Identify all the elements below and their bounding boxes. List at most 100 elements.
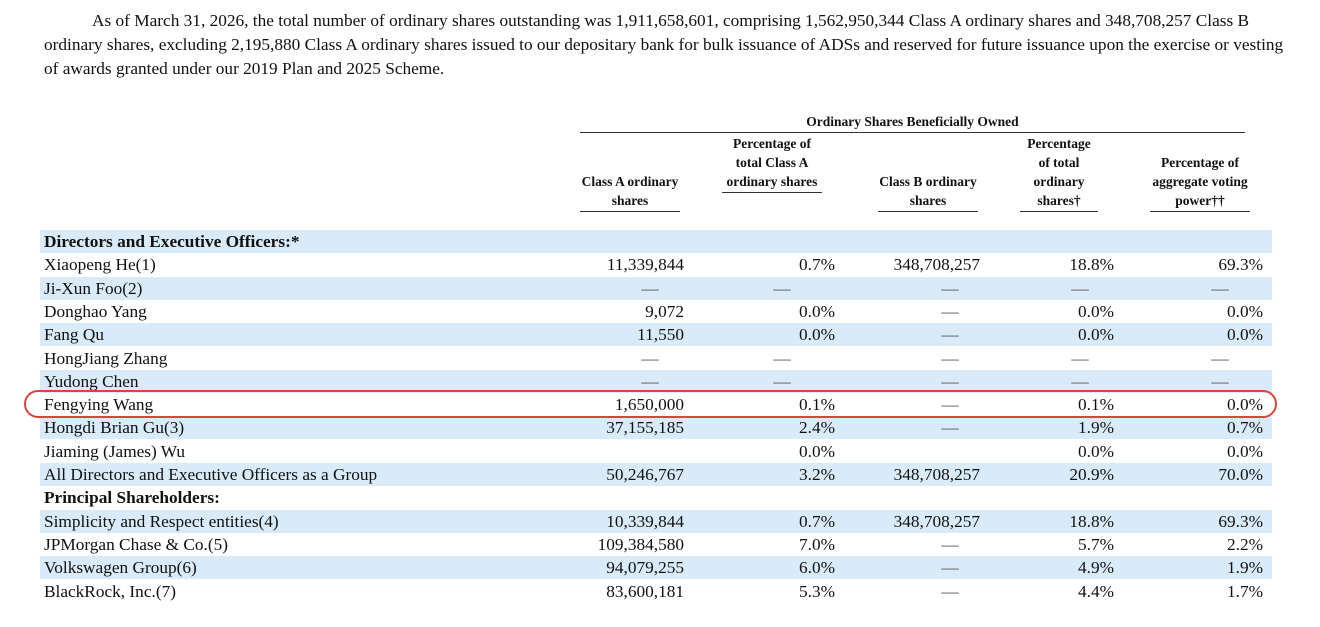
cell-pct-class-a: 0.1% (799, 395, 835, 415)
cell-class-b-shares: — (941, 395, 959, 415)
cell-class-b-shares: — (941, 534, 959, 554)
row-label: Volkswagen Group(6) (44, 558, 197, 578)
cell-class-b-shares: — (941, 581, 959, 601)
row-label: BlackRock, Inc.(7) (44, 581, 176, 601)
cell-class-a-shares: — (641, 371, 659, 391)
cell-pct-class-a: 3.2% (799, 465, 835, 484)
intro-paragraph: As of March 31, 2026, the total number o… (44, 11, 1284, 78)
row-label: Xiaopeng He(1) (44, 255, 156, 275)
cell-class-a-shares: 1,650,000 (614, 395, 684, 415)
cell-pct-voting: 0.0% (1227, 325, 1263, 345)
table-row: Fengying Wang 1,650,000 0.1% — 0.1% 0.0% (40, 393, 1272, 416)
table-row: All Directors and Executive Officers as … (40, 463, 1272, 486)
row-label: HongJiang Zhang (44, 348, 168, 368)
cell-class-b-shares: — (941, 418, 959, 438)
cell-class-b-shares: — (941, 301, 959, 321)
cell-class-a-shares: 37,155,185 (606, 418, 684, 438)
cell-pct-voting: 0.7% (1227, 418, 1263, 438)
cell-class-a-shares: 50,246,767 (606, 465, 684, 484)
table-row: Xiaopeng He(1) 11,339,844 0.7% 348,708,257 1… (40, 253, 1272, 276)
cell-pct-class-a: 0.0% (799, 325, 835, 345)
section-row: Directors and Executive Officers:* (40, 230, 1272, 253)
row-label: Ji-Xun Foo(2) (44, 278, 143, 298)
cell-pct-class-a: 0.7% (799, 255, 835, 275)
cell-pct-voting: 0.0% (1227, 301, 1263, 321)
cell-pct-voting: 70.0% (1218, 465, 1263, 484)
row-label: All Directors and Executive Officers as … (44, 465, 378, 484)
column-header-pct-voting: Percentage of aggregate voting power†† (1150, 153, 1250, 212)
cell-class-b-shares: 348,708,257 (893, 511, 980, 531)
cell-class-a-shares: 11,550 (637, 325, 684, 345)
cell-pct-voting: 1.9% (1227, 558, 1263, 578)
cell-pct-total: 4.9% (1078, 558, 1114, 578)
cell-pct-total: 0.0% (1078, 301, 1114, 321)
row-label: Fengying Wang (44, 395, 154, 415)
cell-pct-class-a: 2.4% (799, 418, 835, 438)
row-label: Jiaming (James) Wu (44, 441, 186, 461)
cell-class-a-shares: 10,339,844 (606, 511, 684, 531)
cell-pct-class-a: 6.0% (799, 558, 835, 578)
cell-class-b-shares: — (941, 278, 959, 298)
cell-pct-voting: 69.3% (1218, 511, 1263, 531)
column-header-class-b-shares: Class B ordinary shares (878, 172, 978, 212)
cell-pct-total: 0.0% (1078, 325, 1114, 345)
section-label: Principal Shareholders: (44, 488, 220, 508)
cell-class-b-shares: 348,708,257 (893, 465, 980, 484)
column-header-pct-class-a: Percentage of total Class A ordinary sha… (722, 134, 822, 193)
cell-pct-total: 0.1% (1078, 395, 1114, 415)
table-row: JPMorgan Chase & Co.(5) 109,384,580 7.0% — 5… (40, 533, 1272, 556)
row-label: Simplicity and Respect entities(4) (44, 511, 279, 531)
cell-pct-voting: — (1211, 278, 1229, 298)
cell-pct-class-a: 0.0% (799, 301, 835, 321)
row-label: Yudong Chen (44, 371, 139, 391)
cell-class-b-shares: — (941, 371, 959, 391)
cell-pct-total: — (1071, 348, 1089, 368)
cell-class-a-shares: 94,079,255 (606, 558, 684, 578)
table-row: Simplicity and Respect entities(4) 10,339… (40, 509, 1272, 533)
section-row: Principal Shareholders: (40, 486, 1272, 509)
cell-pct-voting: 2.2% (1227, 534, 1263, 554)
cell-class-b-shares: — (941, 558, 959, 578)
cell-class-b-shares: 348,708,257 (893, 255, 980, 275)
table-row: BlackRock, Inc.(7) 83,600,181 5.3% — 4.4% 1.7… (40, 580, 1272, 603)
table-row: Ji-Xun Foo(2) — — — — — (40, 276, 1272, 300)
table-row: Yudong Chen — — — — — (40, 369, 1272, 393)
cell-class-a-shares: 11,339,844 (606, 255, 684, 275)
cell-class-a-shares: 9,072 (645, 301, 684, 321)
cell-pct-class-a: 5.3% (799, 581, 835, 601)
cell-pct-total: 4.4% (1078, 581, 1114, 601)
cell-pct-class-a: 7.0% (799, 534, 835, 554)
column-header-pct-total: Percentage of total ordinary shares† (1020, 134, 1098, 212)
cell-pct-voting: 69.3% (1218, 255, 1263, 275)
cell-pct-total: 18.8% (1069, 511, 1114, 531)
row-label: JPMorgan Chase & Co.(5) (44, 534, 229, 554)
cell-pct-total: 18.8% (1069, 255, 1114, 275)
row-label: Donghao Yang (44, 301, 147, 321)
cell-pct-class-a: — (773, 371, 791, 391)
table-row: Hongdi Brian Gu(3) 37,155,185 2.4% — 1.9% 0.7… (40, 416, 1272, 440)
cell-pct-total: 0.0% (1078, 441, 1114, 461)
cell-pct-total: — (1071, 371, 1089, 391)
cell-pct-total: — (1071, 278, 1089, 298)
table-row: Donghao Yang 9,072 0.0% — 0.0% 0.0% (40, 300, 1272, 323)
table-row: HongJiang Zhang — — — — — (40, 347, 1272, 370)
section-label: Directors and Executive Officers:* (44, 232, 300, 251)
cell-pct-total: 5.7% (1078, 534, 1114, 554)
cell-pct-class-a: 0.7% (799, 511, 835, 531)
cell-pct-class-a: — (773, 348, 791, 368)
cell-pct-voting: 0.0% (1227, 441, 1263, 461)
table-row: Volkswagen Group(6) 94,079,255 6.0% — 4.9% 1.… (40, 556, 1272, 580)
cell-pct-class-a: — (773, 278, 791, 298)
cell-class-b-shares: — (941, 348, 959, 368)
cell-pct-voting: — (1211, 371, 1229, 391)
cell-pct-voting: 1.7% (1227, 581, 1263, 601)
table-row: Fang Qu 11,550 0.0% — 0.0% 0.0% (40, 323, 1272, 347)
cell-class-b-shares: — (941, 325, 959, 345)
column-header-class-a-shares: Class A ordinary shares (580, 172, 680, 212)
cell-class-a-shares: — (641, 278, 659, 298)
table-group-header: Ordinary Shares Beneficially Owned (580, 113, 1245, 133)
row-label: Hongdi Brian Gu(3) (44, 418, 185, 438)
cell-pct-total: 1.9% (1078, 418, 1114, 438)
cell-class-a-shares: — (641, 348, 659, 368)
cell-class-a-shares: 109,384,580 (597, 534, 684, 554)
